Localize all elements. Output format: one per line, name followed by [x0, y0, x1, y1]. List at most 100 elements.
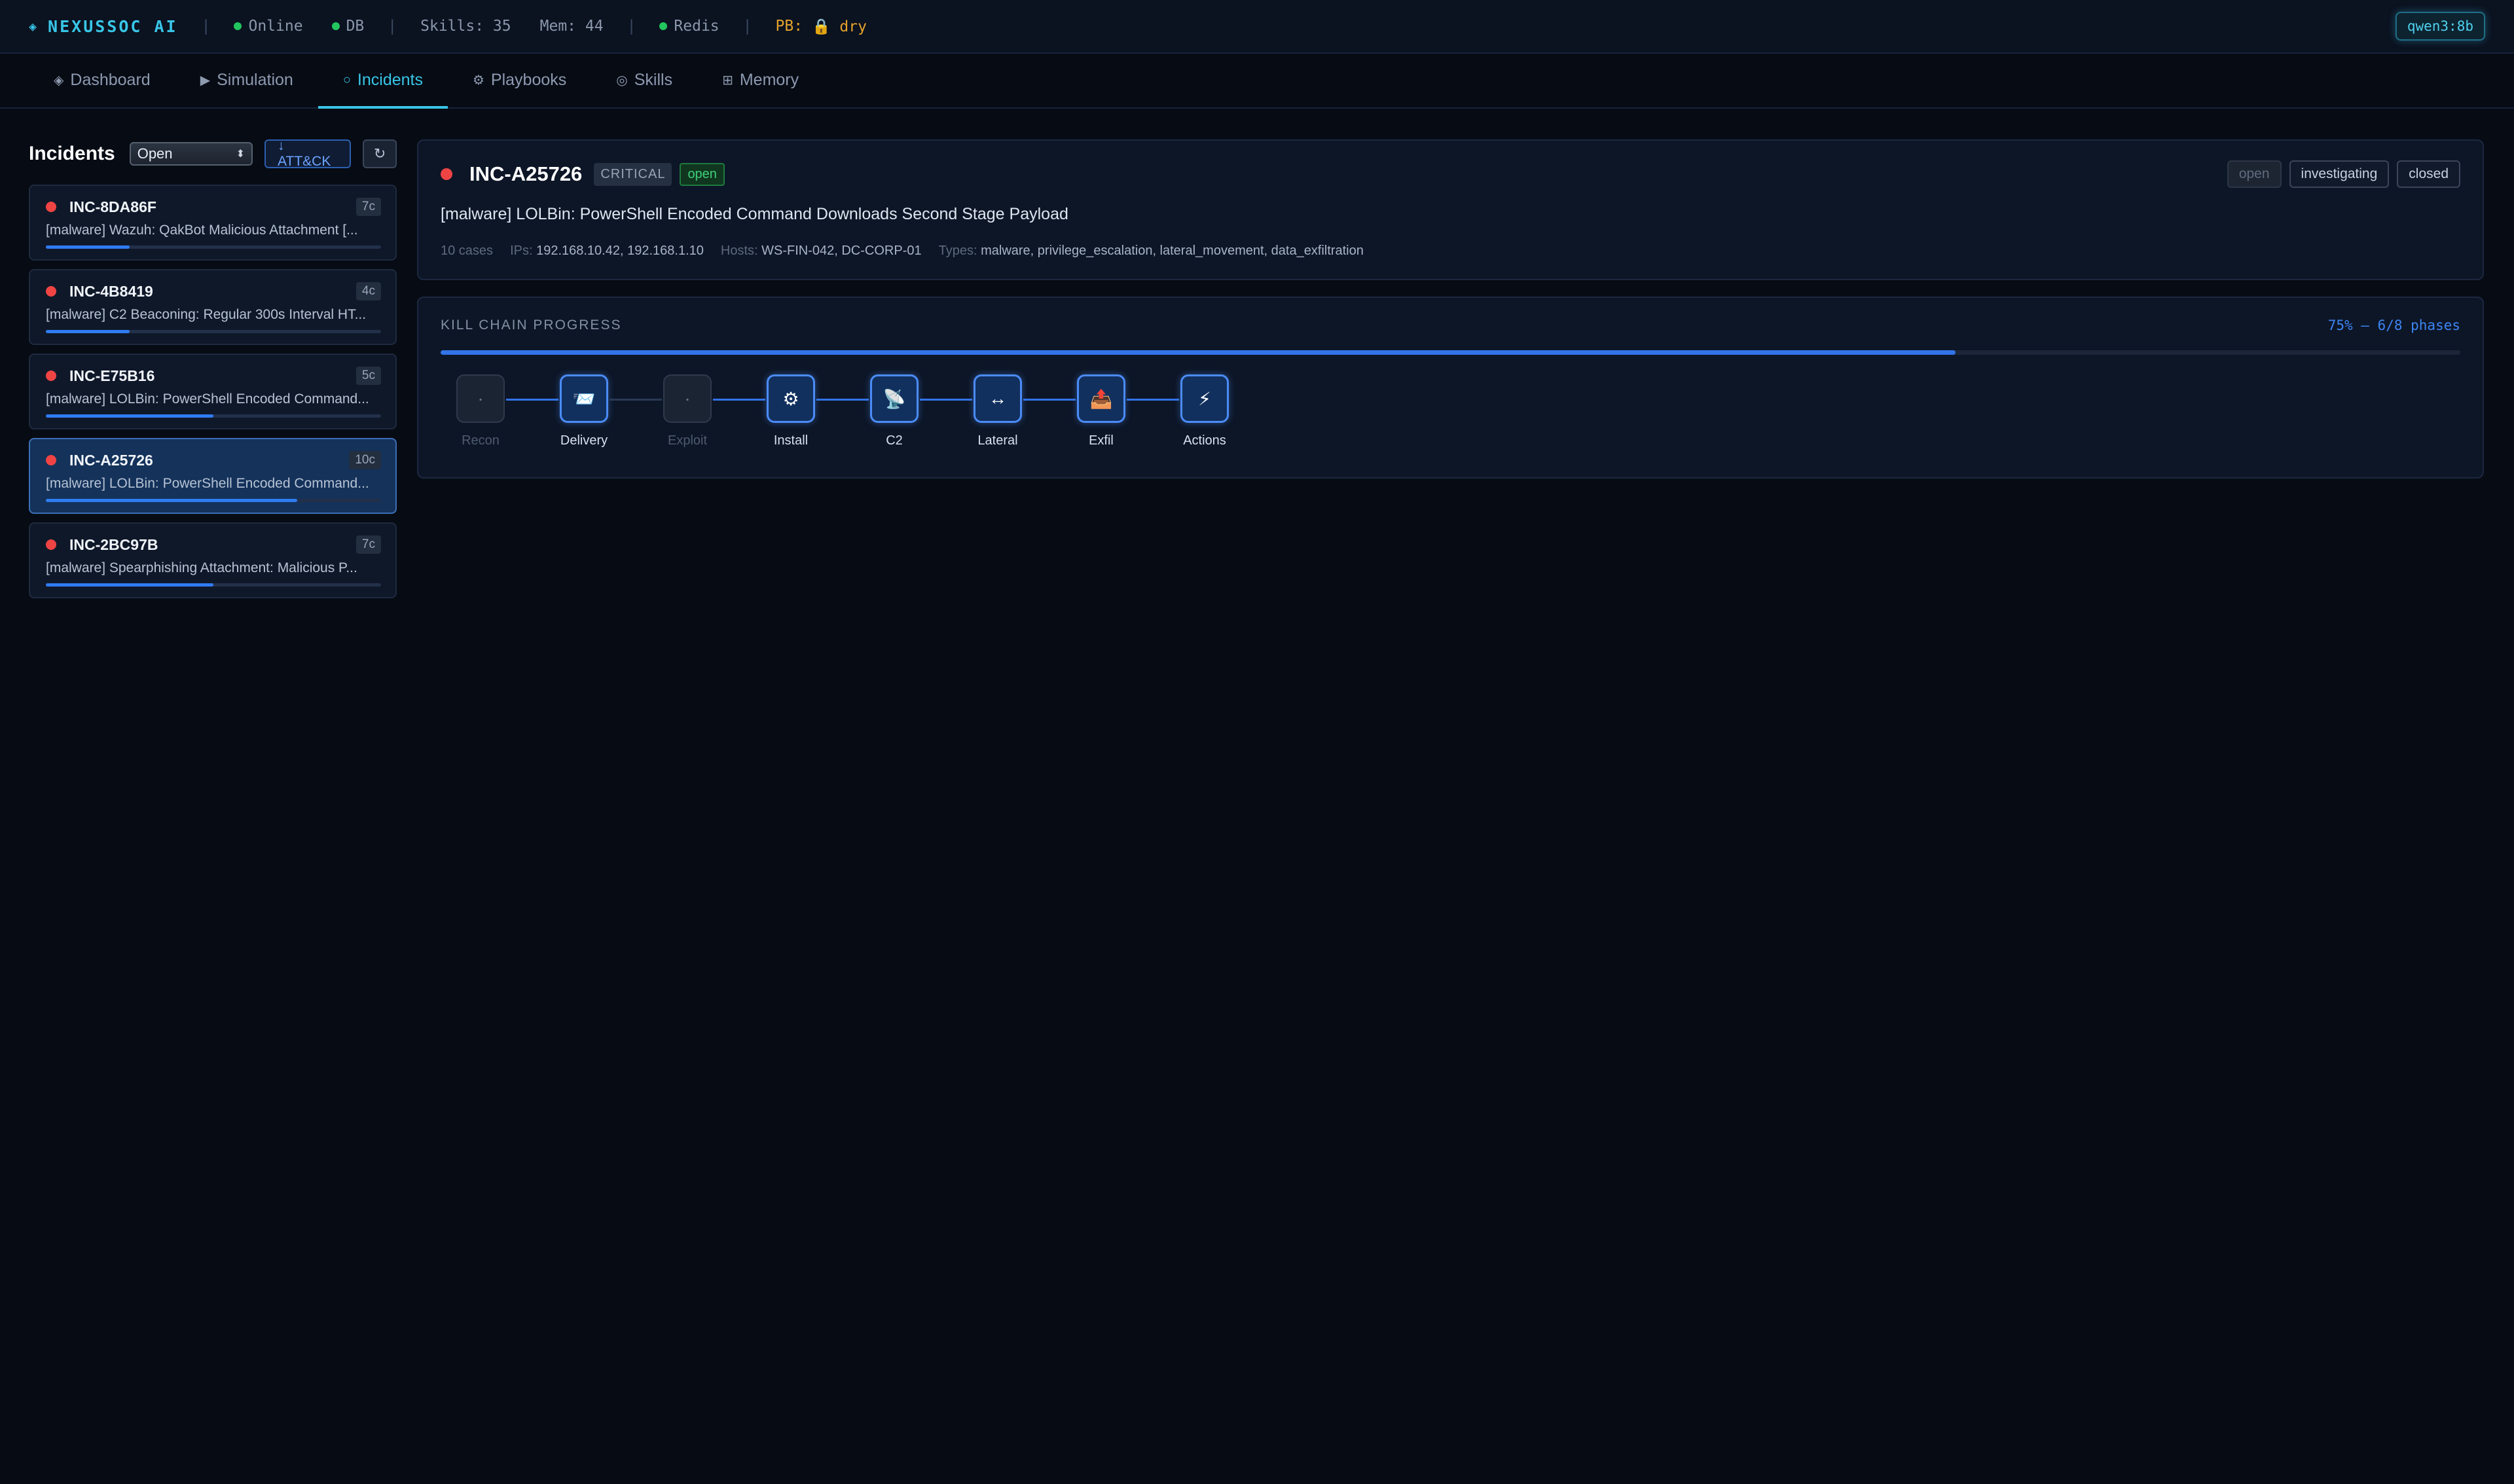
incident-card-id: INC-A25726 — [69, 451, 153, 469]
incident-card-title: [malware] LOLBin: PowerShell Encoded Com… — [46, 391, 369, 407]
incident-meta: 10 cases IPs: 192.168.10.42, 192.168.1.1… — [441, 244, 2460, 259]
incident-title: [malware] LOLBin: PowerShell Encoded Com… — [441, 205, 1068, 223]
status-button-group: open investigating closed — [2219, 160, 2460, 188]
status-online: Online — [234, 18, 303, 35]
tab-label: Skills — [634, 70, 673, 89]
brand-name: NEXUSSOC AI — [48, 16, 178, 36]
kill-chain-panel: KILL CHAIN PROGRESS 75% — 6/8 phases · Re… — [417, 297, 2484, 479]
tab-skills[interactable]: ◎ Skills — [591, 54, 697, 109]
phase-label: Actions — [1183, 433, 1226, 448]
phase-delivery[interactable]: 📨 Delivery — [558, 374, 610, 448]
tab-label: Playbooks — [490, 70, 567, 89]
case-count: 10 cases — [441, 244, 494, 258]
severity-dot-icon — [46, 286, 56, 297]
incident-progress-track — [46, 245, 381, 249]
case-count-badge: 10c — [349, 451, 381, 469]
attack-export-button[interactable]: ↓ ATT&CK — [264, 138, 352, 169]
kill-chain-progress-fill — [441, 350, 1956, 355]
playbook-label: PB: — [775, 18, 803, 35]
kill-chain-summary: 75% — 6/8 phases — [2327, 317, 2460, 333]
phase-connector — [1023, 399, 1076, 401]
memory-tab-icon: ⊞ — [722, 73, 733, 88]
status-redis-label: Redis — [674, 18, 720, 35]
case-count-badge: 7c — [355, 535, 381, 554]
severity-badge: CRITICAL — [594, 162, 672, 186]
select-arrows-icon: ⬍ — [236, 149, 246, 160]
phase-recon[interactable]: · Recon — [455, 374, 506, 448]
phase-connector — [816, 399, 869, 401]
playbook-mode: PB: 🔒 dry — [776, 18, 867, 35]
kill-chain-progress-track — [441, 350, 2460, 355]
phase-label: Exploit — [667, 433, 708, 448]
skills-count: Skills: 35 — [420, 18, 511, 35]
phase-label: C2 — [886, 433, 903, 448]
online-status-dot-icon — [234, 22, 242, 30]
incident-progress-track — [46, 583, 381, 587]
phase-lateral[interactable]: ↔ Lateral — [972, 374, 1023, 448]
severity-dot-icon — [46, 371, 56, 381]
dashboard-tab-icon: ◈ — [54, 73, 64, 88]
phase-connector — [1127, 399, 1179, 401]
incidents-title: Incidents — [29, 143, 115, 164]
phase-install[interactable]: ⚙ Install — [765, 374, 816, 448]
phase-connector — [506, 399, 558, 401]
ips-value: 192.168.10.42, 192.168.1.10 — [536, 244, 704, 258]
phase-c2[interactable]: 📡 C2 — [869, 374, 920, 448]
divider: | — [201, 18, 211, 35]
playbook-value: 🔒 dry — [811, 18, 867, 35]
tab-playbooks[interactable]: ⚙ Playbooks — [448, 54, 591, 109]
phase-connector — [920, 399, 972, 401]
incident-card-title: [malware] Wazuh: QakBot Malicious Attach… — [46, 223, 358, 238]
tab-incidents[interactable]: ○ Incidents — [318, 54, 448, 109]
incident-card[interactable]: INC-E75B16 5c [malware] LOLBin: PowerShell… — [29, 353, 397, 429]
tab-dashboard[interactable]: ◈ Dashboard — [29, 54, 175, 109]
status-investigating-button[interactable]: investigating — [2289, 160, 2390, 188]
actions-phase-icon: ⚡ — [1180, 374, 1229, 423]
delivery-phase-icon: 📨 — [560, 374, 608, 423]
case-count-badge: 4c — [355, 282, 381, 300]
divider: | — [742, 18, 752, 35]
exploit-phase-icon: · — [663, 374, 712, 423]
phase-exploit[interactable]: · Exploit — [662, 374, 713, 448]
status-open-button[interactable]: open — [2227, 160, 2282, 188]
refresh-icon: ↻ — [373, 145, 386, 162]
incidents-tab-icon: ○ — [342, 72, 351, 87]
incident-list-panel: Incidents Open ⬍ ↓ ATT&CK ↻ INC-8DA86F 7c… — [29, 137, 397, 607]
tab-label: Memory — [739, 70, 799, 89]
hosts-label: Hosts: — [720, 244, 758, 258]
incident-progress-fill — [46, 245, 130, 249]
incident-detail-panel: INC-A25726 CRITICAL open open investigat… — [417, 139, 2484, 280]
types-label: Types: — [938, 244, 977, 258]
incident-card[interactable]: INC-8DA86F 7c [malware] Wazuh: QakBot Mali… — [29, 185, 397, 261]
tab-memory[interactable]: ⊞ Memory — [697, 54, 824, 109]
phase-label: Delivery — [560, 433, 608, 448]
phase-exfil[interactable]: 📤 Exfil — [1076, 374, 1127, 448]
phase-connector — [610, 399, 662, 401]
lateral-phase-icon: ↔ — [974, 374, 1022, 423]
incident-card[interactable]: INC-2BC97B 7c [malware] Spearphishing Atta… — [29, 522, 397, 598]
refresh-button[interactable]: ↻ — [363, 139, 397, 168]
incident-card-id: INC-2BC97B — [69, 535, 158, 553]
incident-card[interactable]: INC-4B8419 4c [malware] C2 Beaconing: Regu… — [29, 269, 397, 345]
phase-label: Recon — [462, 433, 500, 448]
phase-label: Lateral — [977, 433, 1018, 448]
case-count-badge: 7c — [355, 198, 381, 216]
severity-dot-icon — [46, 455, 56, 465]
status-filter-select[interactable]: Open ⬍ — [129, 142, 253, 166]
incident-progress-fill — [46, 499, 297, 502]
incident-card-title: [malware] C2 Beaconing: Regular 300s Int… — [46, 307, 367, 322]
top-status-bar: ◈ NEXUSSOC AI | Online DB | Skills: 35 M… — [0, 0, 2514, 54]
tab-simulation[interactable]: ▶ Simulation — [175, 54, 318, 109]
incident-card[interactable]: INC-A25726 10c [malware] LOLBin: PowerShel… — [29, 438, 397, 514]
model-badge[interactable]: qwen3:8b — [2395, 12, 2485, 41]
status-closed-button[interactable]: closed — [2397, 160, 2460, 188]
incident-card-id: INC-4B8419 — [69, 282, 153, 300]
tab-label: Incidents — [357, 70, 423, 89]
kill-chain-title: KILL CHAIN PROGRESS — [441, 317, 622, 333]
incident-list: INC-8DA86F 7c [malware] Wazuh: QakBot Mali… — [29, 185, 397, 598]
phase-actions[interactable]: ⚡ Actions — [1179, 374, 1230, 448]
hosts-value: WS-FIN-042, DC-CORP-01 — [761, 244, 922, 258]
status-redis: Redis — [659, 18, 720, 35]
recon-phase-icon: · — [456, 374, 505, 423]
types-value: malware, privilege_escalation, lateral_m… — [981, 244, 1364, 258]
